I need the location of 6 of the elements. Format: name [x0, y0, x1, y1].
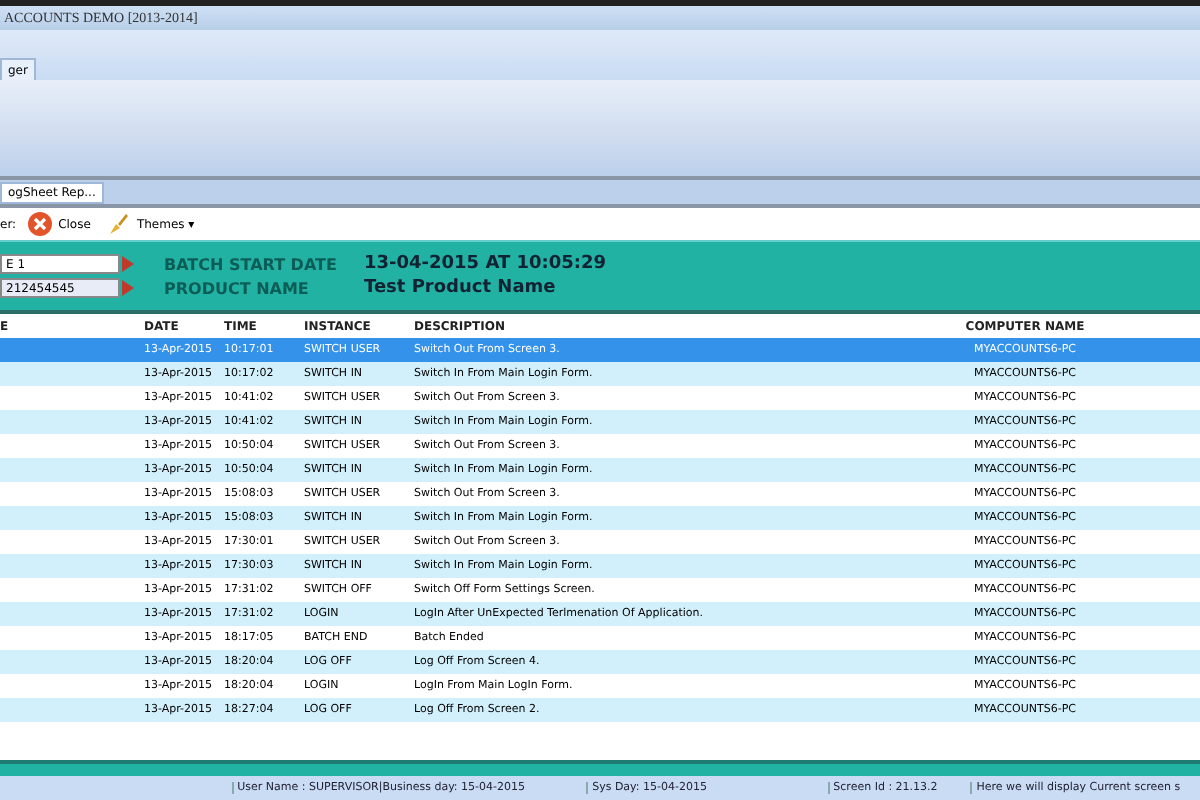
brush-icon [106, 212, 131, 236]
info-label: BATCH START DATE [164, 255, 339, 273]
info-value: Test Product Name [364, 278, 556, 298]
info-value: 13-04-2015 AT 10:05:29 [364, 254, 607, 274]
info-label: PRODUCT NAME [164, 279, 311, 297]
close-icon [28, 212, 53, 236]
